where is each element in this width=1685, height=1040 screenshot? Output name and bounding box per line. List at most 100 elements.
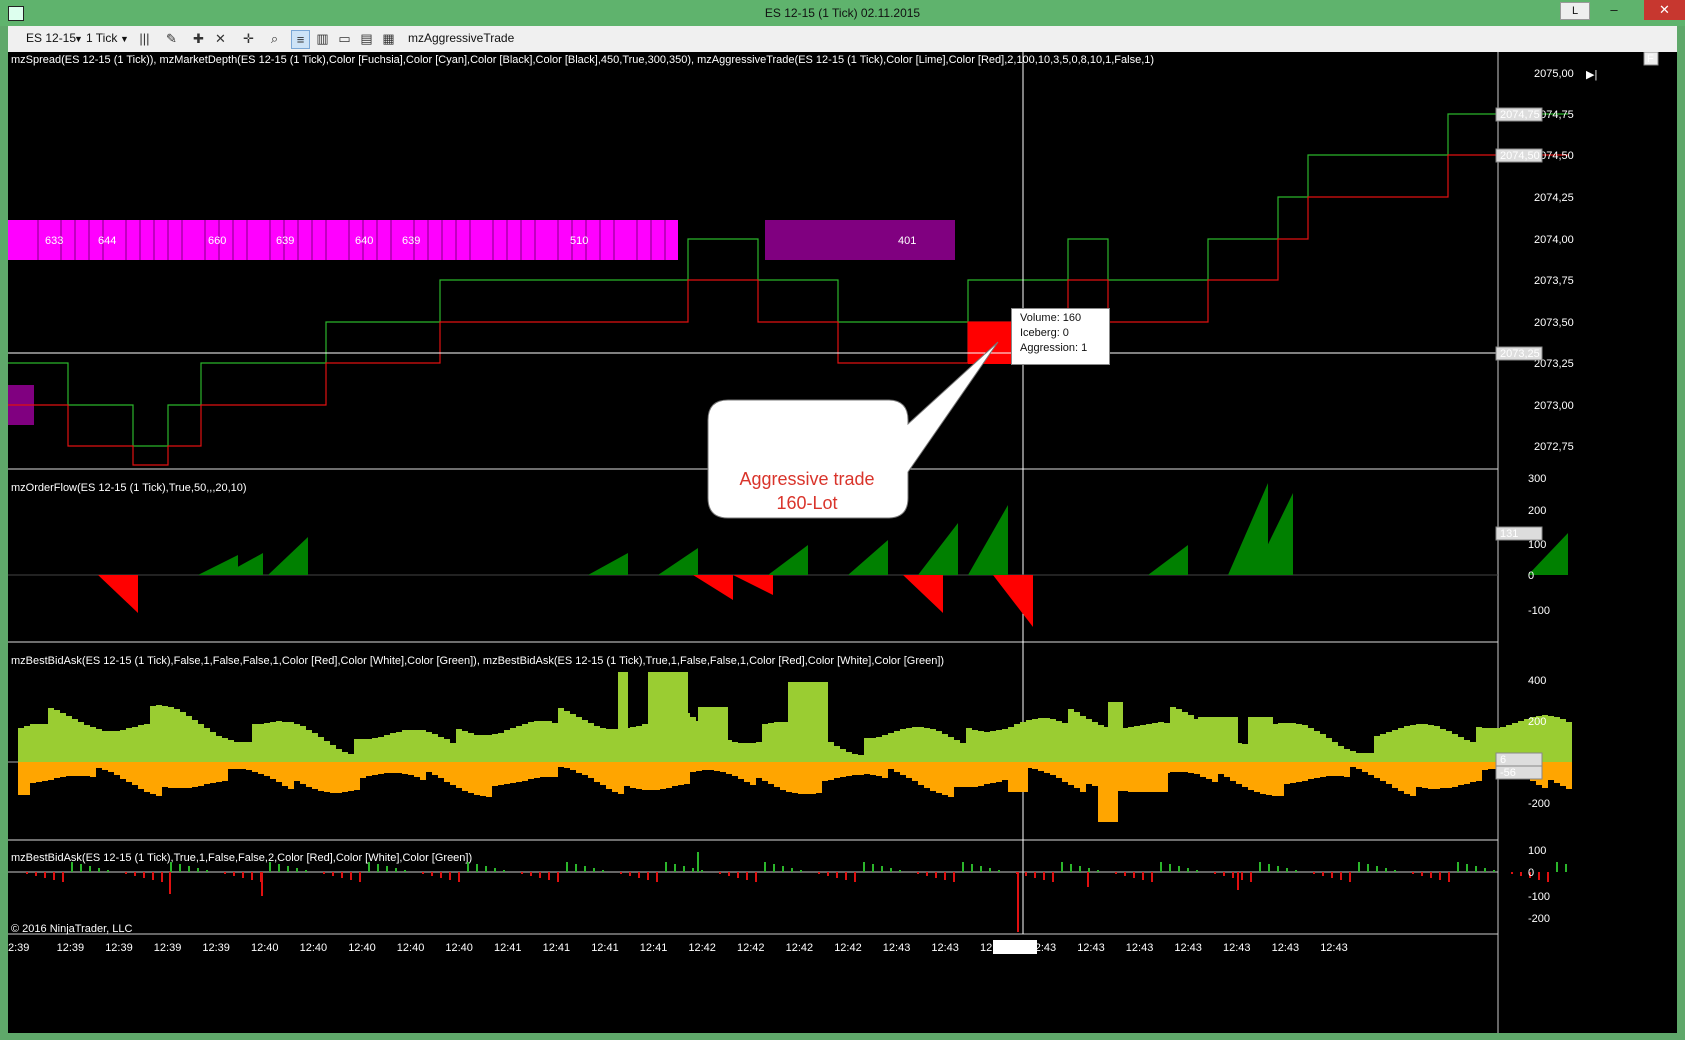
bba-ask-bar [606, 762, 612, 789]
minimize-button[interactable]: – [1600, 0, 1628, 20]
bba-ask-bar [342, 762, 348, 792]
depth-size-label: 639 [402, 235, 420, 247]
bba-ask-bar [678, 762, 684, 785]
bba-ask-bar [300, 762, 306, 784]
bba-ask-bar [888, 762, 894, 769]
chevron-down-icon[interactable]: ▼ [74, 34, 83, 44]
time-axis-label: 12:43 [1320, 942, 1348, 954]
bba-bid-bar [1470, 742, 1476, 762]
bba-bid-bar [72, 719, 78, 762]
bba-ask-bar [1476, 762, 1482, 781]
orderflow-buy-bar [1148, 545, 1188, 575]
instrument-selector[interactable]: ES 12-15 [26, 31, 76, 45]
bba-ask-bar [1170, 762, 1176, 772]
tooltip-iceberg: Iceberg: 0 [1020, 327, 1069, 339]
bba-ask-bar [966, 762, 972, 787]
bba-bid-bar [312, 733, 318, 762]
share-icon[interactable]: ▦ [380, 30, 397, 47]
bba-bid-bar [372, 738, 378, 762]
bba-bid-bar [1338, 746, 1344, 762]
link-button[interactable]: L [1560, 2, 1590, 20]
bba-spike [698, 707, 728, 762]
chart-canvas[interactable]: mzSpread(ES 12-15 (1 Tick)), mzMarketDep… [8, 52, 1677, 1033]
bba-bid-bar [150, 706, 156, 762]
bba-ask-bar [174, 762, 180, 788]
bba-ask-bar [990, 762, 996, 783]
bba-bid-bar [1242, 744, 1248, 762]
bba-ask-bar [918, 762, 924, 785]
price-axis-label: 2073,00 [1534, 400, 1574, 412]
bba-ask-bar [864, 762, 870, 774]
bba-bid-bar [948, 737, 954, 762]
bba-bid-bar [18, 728, 24, 762]
bba-bid-bar [1488, 728, 1494, 762]
bba-bid-bar [1392, 730, 1398, 762]
bba-bid-bar [960, 743, 966, 762]
bba-ask-bar [132, 762, 138, 785]
bba-bid-bar [1032, 719, 1038, 762]
bba-ask-bar [1326, 762, 1332, 776]
bba-bid-bar [1368, 753, 1374, 762]
bba-bid-bar [1278, 723, 1284, 762]
price-axis-label: 2075,00 [1534, 68, 1574, 80]
bba-ask-bar [516, 762, 522, 782]
crosshair-icon[interactable]: ✛ [240, 30, 257, 47]
bba-ask-bar [1296, 762, 1302, 782]
bba-ask-bar [66, 762, 72, 776]
bba-ask-bar [1404, 762, 1410, 794]
bba-bid-bar [1362, 753, 1368, 762]
bba-bid-bar [936, 731, 942, 762]
bba-ask-bar [978, 762, 984, 786]
chart-area[interactable]: mzSpread(ES 12-15 (1 Tick)), mzMarketDep… [8, 52, 1677, 1033]
bba-ask-bar [984, 762, 990, 784]
add-tool-icon[interactable]: ✚ [190, 30, 207, 47]
bba-ask-bar [180, 762, 186, 788]
interval-selector[interactable]: 1 Tick [86, 31, 117, 45]
bba-bid-bar [1386, 732, 1392, 762]
bba-bid-bar [846, 752, 852, 762]
indicator-icon[interactable]: ▥ [314, 30, 331, 47]
bba-ask-bar [882, 762, 888, 778]
bba-bid-bar [540, 721, 546, 762]
bba-bid-bar [600, 728, 606, 762]
bar-style-icon[interactable]: ||| [136, 30, 153, 47]
chevron-down-icon[interactable]: ▼ [120, 34, 129, 44]
close-button[interactable]: ✕ [1644, 0, 1685, 20]
bba-bid-bar [1158, 722, 1164, 762]
bba-ask-bar [336, 762, 342, 793]
bba-bid-bar [426, 732, 432, 762]
bba-ask-bar [402, 762, 408, 774]
bba-bid-bar [1428, 725, 1434, 762]
orderflow-buy-bar [268, 537, 308, 575]
zoom-icon[interactable]: ⌕ [266, 30, 283, 47]
bba-bid-bar [1020, 722, 1026, 762]
orderflow-buy-bar [968, 505, 1008, 575]
bba-ask-bar [924, 762, 930, 788]
bba-ask-bar [696, 762, 702, 771]
time-axis-label: 12:40 [445, 942, 473, 954]
strategy-icon[interactable]: ≡ [291, 30, 310, 49]
bba-ask-bar [396, 762, 402, 773]
bba-bid-bar [534, 721, 540, 762]
trade-tooltip: Volume: 160 Iceberg: 0 Aggression: 1 [1011, 308, 1110, 365]
bba-bid-bar [78, 722, 84, 762]
bba-bid-bar [450, 743, 456, 762]
bba-ask-bar [30, 762, 36, 783]
data-box-icon[interactable]: ▤ [358, 30, 375, 47]
bba-ask-bar [1254, 762, 1260, 792]
remove-tool-icon[interactable]: ✕ [212, 30, 229, 47]
bba-bid-bar [642, 724, 648, 762]
bba-ask-bar [1236, 762, 1242, 784]
bba-bid-bar [330, 745, 336, 762]
bba-bid-bar [870, 738, 876, 762]
bba-bid-bar [882, 735, 888, 762]
bba-ask-bar [1428, 762, 1434, 789]
time-axis-label: 12:40 [300, 942, 328, 954]
bba-bid-bar [348, 754, 354, 762]
bba-ask-bar [648, 762, 654, 790]
bba-bid-bar [1476, 727, 1482, 762]
bba-bid-bar [1434, 726, 1440, 762]
chart-properties-icon[interactable]: ▭ [336, 30, 353, 47]
pencil-draw-icon[interactable]: ✎ [163, 30, 180, 47]
bba-ask-bar [1470, 762, 1476, 782]
